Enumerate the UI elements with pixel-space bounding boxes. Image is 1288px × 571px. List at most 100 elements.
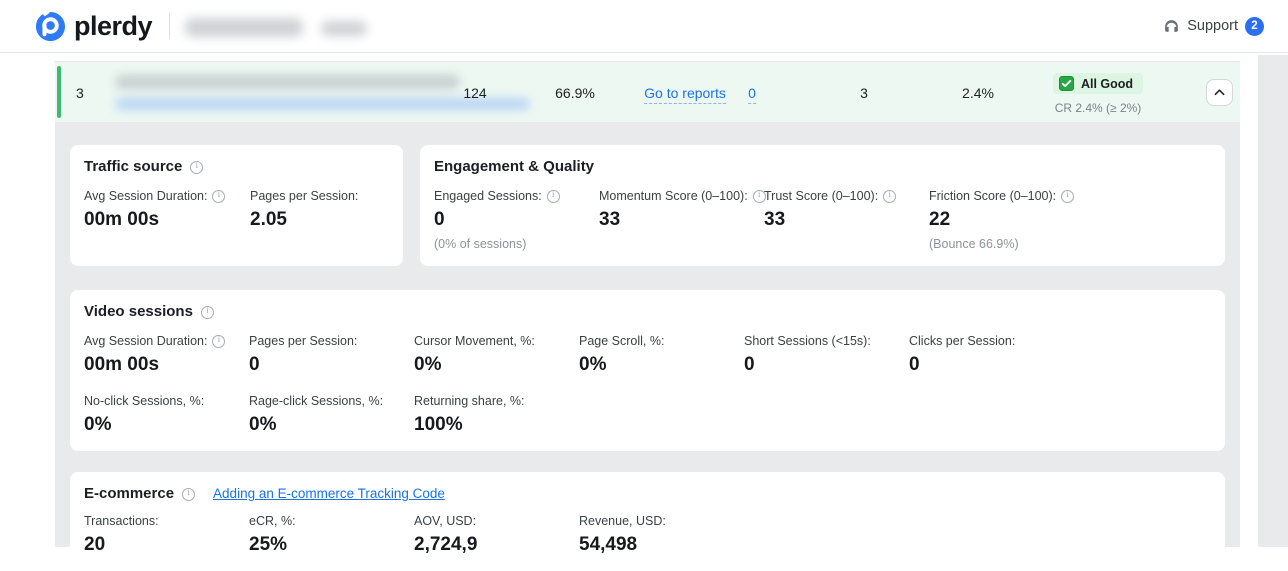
support-button[interactable]: Support 2 xyxy=(1163,17,1264,36)
metric-label: Page Scroll, %: xyxy=(579,334,664,348)
info-icon[interactable] xyxy=(883,190,896,203)
go-to-reports-link[interactable]: Go to reports xyxy=(644,85,726,104)
logo-text[interactable]: plerdy xyxy=(74,11,152,42)
metric: Avg Session Duration: 00m 00s xyxy=(84,334,249,376)
support-label: Support xyxy=(1187,18,1238,34)
headset-icon xyxy=(1163,18,1180,35)
metric-value: 25% xyxy=(249,534,414,556)
metric-label: Short Sessions (<15s): xyxy=(744,334,871,348)
main-panel: 3 124 66.9% Go to reports 0 3 2.4% All G… xyxy=(55,61,1240,547)
metric-value: 54,498 xyxy=(579,534,744,556)
metric-value: 0 xyxy=(249,354,414,376)
traffic-source-title: Traffic source xyxy=(84,158,182,175)
metric: Friction Score (0–100): 22 (Bounce 66.9%… xyxy=(929,189,1094,251)
info-icon[interactable] xyxy=(190,161,203,174)
metric-label: Cursor Movement, %: xyxy=(414,334,535,348)
row-status-block: All Good CR 2.4% (≥ 2%) xyxy=(1023,73,1173,115)
metric-value: 0% xyxy=(414,354,579,376)
metric-value: 33 xyxy=(599,209,764,231)
collapse-row-button[interactable] xyxy=(1206,79,1233,106)
app-header: plerdy Support 2 xyxy=(0,0,1288,53)
metric: No-click Sessions, %: 0% xyxy=(84,394,249,436)
engagement-quality-title: Engagement & Quality xyxy=(434,158,594,175)
page-background-strip xyxy=(1258,55,1288,547)
metric-value: 33 xyxy=(764,209,929,231)
ecommerce-tracking-code-link[interactable]: Adding an E-commerce Tracking Code xyxy=(213,486,445,501)
summary-row: 3 124 66.9% Go to reports 0 3 2.4% All G… xyxy=(55,61,1240,122)
metric-label: AOV, USD: xyxy=(414,514,476,528)
metric-value: 0 xyxy=(909,354,1074,376)
info-icon[interactable] xyxy=(182,488,195,501)
metric: eCR, %: 25% xyxy=(249,514,414,556)
metric-label: Avg Session Duration: xyxy=(84,334,207,348)
metric: Page Scroll, %: 0% xyxy=(579,334,744,376)
support-count-badge[interactable]: 2 xyxy=(1245,17,1264,36)
info-icon[interactable] xyxy=(212,190,225,203)
metric: Engaged Sessions: 0 (0% of sessions) xyxy=(434,189,599,251)
metric-value: 0% xyxy=(84,414,249,436)
metric: Short Sessions (<15s): 0 xyxy=(744,334,909,376)
metric-label: Momentum Score (0–100): xyxy=(599,189,748,203)
ecommerce-card: E-commerce Adding an E-commerce Tracking… xyxy=(70,472,1225,571)
metric: Returning share, %: 100% xyxy=(414,394,579,436)
ecommerce-title: E-commerce xyxy=(84,485,174,502)
metric-label: Rage-click Sessions, %: xyxy=(249,394,383,408)
metric-label: Avg Session Duration: xyxy=(84,189,207,203)
row-visits-value: 124 xyxy=(463,85,486,101)
engagement-quality-card: Engagement & Quality Engaged Sessions: 0… xyxy=(420,145,1225,266)
info-icon[interactable] xyxy=(201,306,214,319)
plerdy-logo-icon[interactable] xyxy=(35,11,66,42)
metric: Cursor Movement, %: 0% xyxy=(414,334,579,376)
redacted-project-name xyxy=(185,18,303,37)
metric-label: Revenue, USD: xyxy=(579,514,666,528)
traffic-source-card: Traffic source Avg Session Duration: 00m… xyxy=(70,145,403,266)
metric: AOV, USD: 2,724,9 xyxy=(414,514,579,556)
metric: Momentum Score (0–100): 33 xyxy=(599,189,764,251)
metric-label: Returning share, %: xyxy=(414,394,524,408)
status-badge: All Good xyxy=(1053,73,1143,94)
metric-label: Friction Score (0–100): xyxy=(929,189,1056,203)
metric-value: 00m 00s xyxy=(84,209,250,231)
row-zero-link[interactable]: 0 xyxy=(748,85,756,104)
metric-label: Pages per Session: xyxy=(249,334,357,348)
video-sessions-card: Video sessions Avg Session Duration: 00m… xyxy=(70,290,1225,451)
metric: Rage-click Sessions, %: 0% xyxy=(249,394,414,436)
metric-value: 22 xyxy=(929,209,1094,231)
metric-label: Pages per Session: xyxy=(250,189,358,203)
details-container: Traffic source Avg Session Duration: 00m… xyxy=(55,122,1240,547)
info-icon[interactable] xyxy=(1061,190,1074,203)
row-count-value: 3 xyxy=(860,85,868,101)
info-icon[interactable] xyxy=(212,335,225,348)
metric-note: (Bounce 66.9%) xyxy=(929,237,1094,251)
metric-value: 2,724,9 xyxy=(414,534,579,556)
chevron-up-icon xyxy=(1214,87,1225,98)
metric: Pages per Session: 2.05 xyxy=(250,189,416,231)
row-cr-value: 2.4% xyxy=(962,85,994,101)
status-label: All Good xyxy=(1081,77,1133,91)
metric-label: Engaged Sessions: xyxy=(434,189,542,203)
metric: Avg Session Duration: 00m 00s xyxy=(84,189,250,231)
metric-label: Clicks per Session: xyxy=(909,334,1015,348)
metric-value: 00m 00s xyxy=(84,354,249,376)
redacted-project-suffix xyxy=(321,21,367,36)
metric-value: 0 xyxy=(744,354,909,376)
metric: Trust Score (0–100): 33 xyxy=(764,189,929,251)
metric-label: eCR, %: xyxy=(249,514,296,528)
metric-value: 0 xyxy=(434,209,599,231)
metric-note: (0% of sessions) xyxy=(434,237,599,251)
metric: Clicks per Session: 0 xyxy=(909,334,1074,376)
info-icon[interactable] xyxy=(547,190,560,203)
video-sessions-title: Video sessions xyxy=(84,303,193,320)
header-divider xyxy=(169,13,170,39)
metric-label: No-click Sessions, %: xyxy=(84,394,204,408)
row-index: 3 xyxy=(76,85,84,101)
metric: Revenue, USD: 54,498 xyxy=(579,514,744,556)
checkbox-checked-icon xyxy=(1059,76,1074,91)
status-note: CR 2.4% (≥ 2%) xyxy=(1023,101,1173,115)
metric-label: Transactions: xyxy=(84,514,159,528)
metric: Transactions: 20 xyxy=(84,514,249,556)
metric-value: 20 xyxy=(84,534,249,556)
metric: Pages per Session: 0 xyxy=(249,334,414,376)
metric-value: 0% xyxy=(579,354,744,376)
metric-value: 0% xyxy=(249,414,414,436)
